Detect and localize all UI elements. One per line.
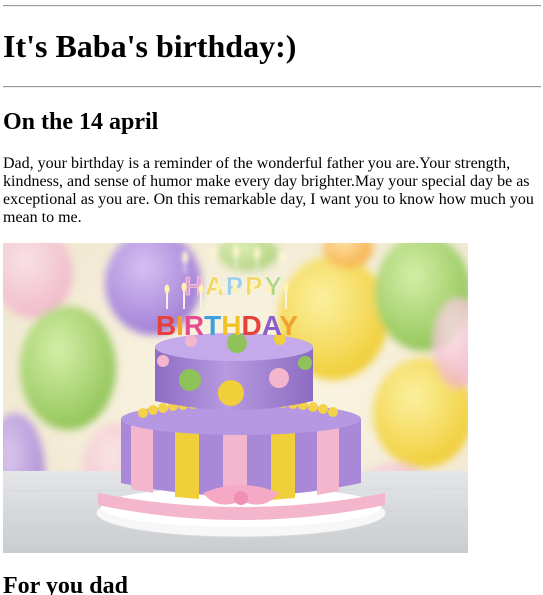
title-divider bbox=[3, 86, 541, 88]
cake-top-tier bbox=[155, 333, 313, 410]
top-divider bbox=[3, 5, 541, 7]
footer-heading: For you dad bbox=[3, 573, 128, 595]
topper-birthday: BIRTHDAY bbox=[156, 310, 298, 341]
date-heading: On the 14 april bbox=[3, 109, 159, 135]
page-title: It's Baba's birthday:) bbox=[3, 28, 297, 64]
page: It's Baba's birthday:) On the 14 april D… bbox=[0, 0, 543, 595]
cake-illustration: HAPPY HAPPY bbox=[3, 243, 468, 553]
birthday-message: Dad, your birthday is a reminder of the … bbox=[3, 155, 534, 226]
birthday-cake-image: HAPPY HAPPY bbox=[3, 243, 468, 553]
